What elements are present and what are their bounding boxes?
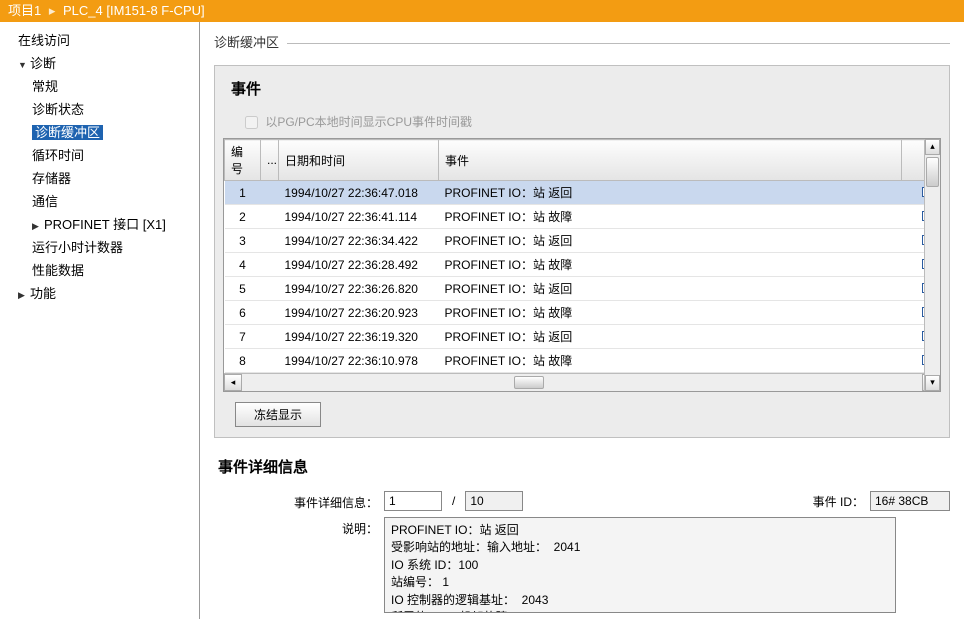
scroll-thumb[interactable] <box>926 157 939 187</box>
cell-dots <box>261 229 279 253</box>
tree-item-perf[interactable]: 性能数据 <box>0 258 199 281</box>
cell-event: PROFINET IO：站 返回 <box>439 277 902 301</box>
tree-functions[interactable]: 功能 <box>0 281 199 304</box>
cell-dots <box>261 205 279 229</box>
cell-dots <box>261 349 279 373</box>
detail-desc-label: 说明： <box>214 517 384 537</box>
events-panel: 事件 以PG/PC本地时间显示CPU事件时间戳 编号 ... <box>214 65 950 438</box>
detail-info-label: 事件详细信息： <box>214 491 384 511</box>
col-header-event[interactable]: 事件 <box>439 140 902 181</box>
tree-item-general[interactable]: 常规 <box>0 74 199 97</box>
tree-item-runtime[interactable]: 运行小时计数器 <box>0 235 199 258</box>
cell-datetime: 1994/10/27 22:36:19.320 <box>279 325 439 349</box>
cell-datetime: 1994/10/27 22:36:26.820 <box>279 277 439 301</box>
cell-datetime: 1994/10/27 22:36:41.114 <box>279 205 439 229</box>
title-divider <box>287 43 950 44</box>
breadcrumb-project[interactable]: 项目1 <box>8 3 41 18</box>
table-row[interactable]: 7 1994/10/27 22:36:19.320PROFINET IO：站 返回 <box>225 325 940 349</box>
tree-diagnostics[interactable]: 诊断 <box>0 51 199 74</box>
scroll-down-icon[interactable]: ▾ <box>925 375 940 391</box>
breadcrumb-device[interactable]: PLC_4 [IM151-8 F-CPU] <box>63 3 205 18</box>
cell-event: PROFINET IO：站 返回 <box>439 181 902 205</box>
detail-index-input[interactable] <box>384 491 442 511</box>
breadcrumb: 项目1 ▸ PLC_4 [IM151-8 F-CPU] <box>0 0 964 22</box>
cell-event: PROFINET IO：站 返回 <box>439 325 902 349</box>
page-title: 诊断缓冲区 <box>214 32 279 51</box>
event-details-header: 事件详细信息 <box>218 456 950 477</box>
table-row[interactable]: 3 1994/10/27 22:36:34.422PROFINET IO：站 返回 <box>225 229 940 253</box>
col-header-dots[interactable]: ... <box>261 140 279 181</box>
cell-datetime: 1994/10/27 22:36:34.422 <box>279 229 439 253</box>
detail-total-input <box>465 491 523 511</box>
events-table: 编号 ... 日期和时间 事件 1 1994/10/27 22:36:47.018… <box>223 138 941 392</box>
cell-num: 6 <box>225 301 261 325</box>
sidebar-tree: 在线访问 诊断 常规 诊断状态 诊断缓冲区 循环时间 存储器 通信 PROFIN… <box>0 22 200 619</box>
table-header-row: 编号 ... 日期和时间 事件 <box>225 140 940 181</box>
cell-event: PROFINET IO：站 故障 <box>439 349 902 373</box>
table-row[interactable]: 6 1994/10/27 22:36:20.923PROFINET IO：站 故障 <box>225 301 940 325</box>
cell-num: 2 <box>225 205 261 229</box>
scroll-left-icon[interactable]: ◂ <box>224 374 242 391</box>
table-row[interactable]: 5 1994/10/27 22:36:26.820PROFINET IO：站 返回 <box>225 277 940 301</box>
event-id-label: 事件 ID： <box>813 493 864 510</box>
scroll-up-icon[interactable]: ▴ <box>925 139 940 155</box>
freeze-display-button[interactable]: 冻结显示 <box>235 402 321 427</box>
cell-dots <box>261 253 279 277</box>
cell-dots <box>261 277 279 301</box>
cell-event: PROFINET IO：站 返回 <box>439 229 902 253</box>
tree-item-cycle[interactable]: 循环时间 <box>0 143 199 166</box>
tree-item-memory[interactable]: 存储器 <box>0 166 199 189</box>
tree-item-profinet[interactable]: PROFINET 接口 [X1] <box>0 212 199 235</box>
local-time-label: 以PG/PC本地时间显示CPU事件时间戳 <box>265 115 472 129</box>
table-row[interactable]: 8 1994/10/27 22:36:10.978PROFINET IO：站 故障 <box>225 349 940 373</box>
detail-of-sep: / <box>452 494 455 508</box>
tree-item-diag-buffer[interactable]: 诊断缓冲区 <box>0 120 199 143</box>
local-time-checkbox[interactable] <box>245 116 258 129</box>
events-vscroll[interactable]: ▴ ▾ <box>924 139 940 391</box>
table-row[interactable]: 1 1994/10/27 22:36:47.018PROFINET IO：站 返回 <box>225 181 940 205</box>
detail-desc-text[interactable] <box>384 517 896 613</box>
cell-datetime: 1994/10/27 22:36:10.978 <box>279 349 439 373</box>
cell-dots <box>261 181 279 205</box>
cell-datetime: 1994/10/27 22:36:28.492 <box>279 253 439 277</box>
tree-item-diag-status[interactable]: 诊断状态 <box>0 97 199 120</box>
cell-num: 7 <box>225 325 261 349</box>
cell-event: PROFINET IO：站 故障 <box>439 205 902 229</box>
col-header-datetime[interactable]: 日期和时间 <box>279 140 439 181</box>
cell-dots <box>261 301 279 325</box>
event-id-field <box>870 491 950 511</box>
col-header-num[interactable]: 编号 <box>225 140 261 181</box>
events-header: 事件 <box>223 74 941 109</box>
tree-item-comm[interactable]: 通信 <box>0 189 199 212</box>
cell-event: PROFINET IO：站 故障 <box>439 301 902 325</box>
tree-online-access[interactable]: 在线访问 <box>0 28 199 51</box>
table-row[interactable]: 4 1994/10/27 22:36:28.492PROFINET IO：站 故障 <box>225 253 940 277</box>
cell-num: 1 <box>225 181 261 205</box>
breadcrumb-sep-icon: ▸ <box>49 3 56 18</box>
cell-num: 5 <box>225 277 261 301</box>
cell-event: PROFINET IO：站 故障 <box>439 253 902 277</box>
table-row[interactable]: 2 1994/10/27 22:36:41.114PROFINET IO：站 故障 <box>225 205 940 229</box>
hscroll-thumb[interactable] <box>514 376 544 389</box>
cell-datetime: 1994/10/27 22:36:20.923 <box>279 301 439 325</box>
cell-num: 4 <box>225 253 261 277</box>
cell-num: 3 <box>225 229 261 253</box>
cell-datetime: 1994/10/27 22:36:47.018 <box>279 181 439 205</box>
cell-num: 8 <box>225 349 261 373</box>
cell-dots <box>261 325 279 349</box>
events-hscroll[interactable]: ◂ ▸ <box>224 373 940 391</box>
